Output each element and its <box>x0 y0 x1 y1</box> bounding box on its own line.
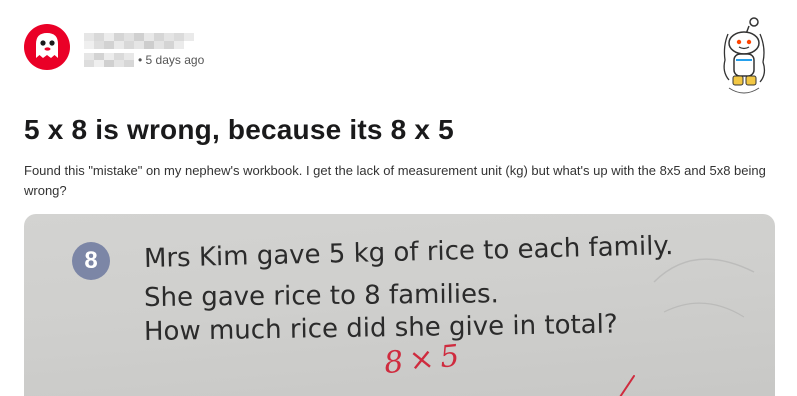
post-header: • 5 days ago <box>24 17 773 94</box>
reddit-mascot-icon[interactable] <box>713 16 777 100</box>
post-meta: • 5 days ago <box>84 53 204 67</box>
post-image[interactable]: 8 Mrs Kim gave 5 kg of rice to each fami… <box>24 214 775 396</box>
ghost-avatar-icon[interactable] <box>24 24 74 70</box>
red-pen-mark <box>619 375 635 396</box>
post-time: • 5 days ago <box>138 53 205 67</box>
post-body: Found this "mistake" on my nephew's work… <box>24 163 766 198</box>
question-line-1: Mrs Kim gave 5 kg of rice to each family… <box>143 231 674 274</box>
question-line-3: How much rice did she give in total? <box>143 309 618 347</box>
question-number-badge: 8 <box>72 242 110 280</box>
post-title[interactable]: 5 x 8 is wrong, because its 8 x 5 <box>24 114 454 146</box>
redacted-community[interactable] <box>84 53 134 67</box>
username-redacted[interactable] <box>84 33 200 49</box>
handwritten-answer: 8×5 <box>382 337 467 382</box>
question-line-2: She gave rice to 8 families. <box>143 279 499 313</box>
